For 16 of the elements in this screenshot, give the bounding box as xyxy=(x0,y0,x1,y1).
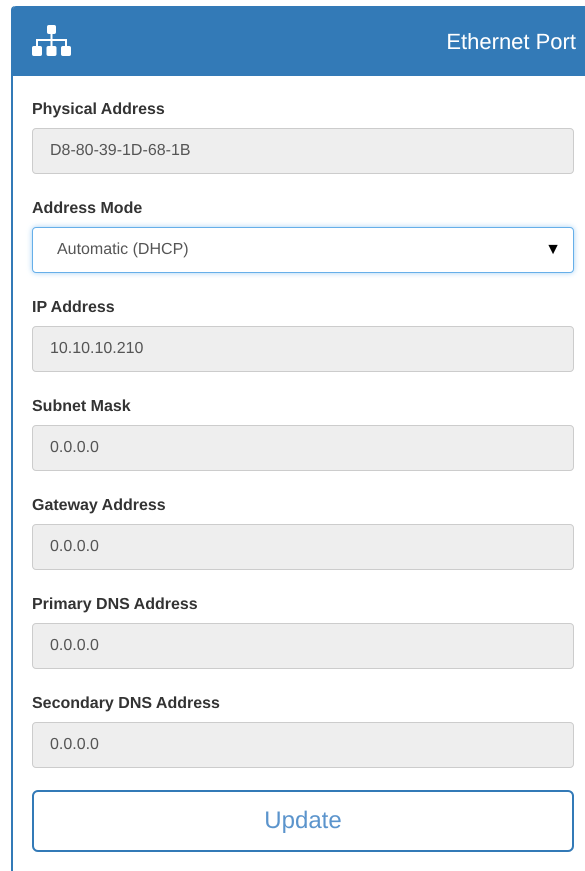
field-label: IP Address xyxy=(32,298,115,318)
input-field[interactable]: 0.0.0.0 xyxy=(32,425,574,471)
network-icon xyxy=(31,23,71,59)
field-label: Primary DNS Address xyxy=(32,595,198,615)
field-label: Subnet Mask xyxy=(32,397,131,417)
field-label: Address Mode xyxy=(32,199,142,219)
address-mode-dropdown[interactable]: Automatic (DHCP) ▼ xyxy=(32,227,574,273)
panel-title: Ethernet Port xyxy=(446,28,576,56)
field-label: Physical Address xyxy=(32,100,165,120)
field-label: Secondary DNS Address xyxy=(32,694,220,714)
input-field[interactable]: D8-80-39-1D-68-1B xyxy=(32,128,574,174)
input-field[interactable]: 10.10.10.210 xyxy=(32,326,574,372)
field-label: Gateway Address xyxy=(32,496,166,516)
input-field[interactable]: 0.0.0.0 xyxy=(32,524,574,570)
input-field[interactable]: 0.0.0.0 xyxy=(32,623,574,669)
input-field[interactable]: 0.0.0.0 xyxy=(32,722,574,768)
